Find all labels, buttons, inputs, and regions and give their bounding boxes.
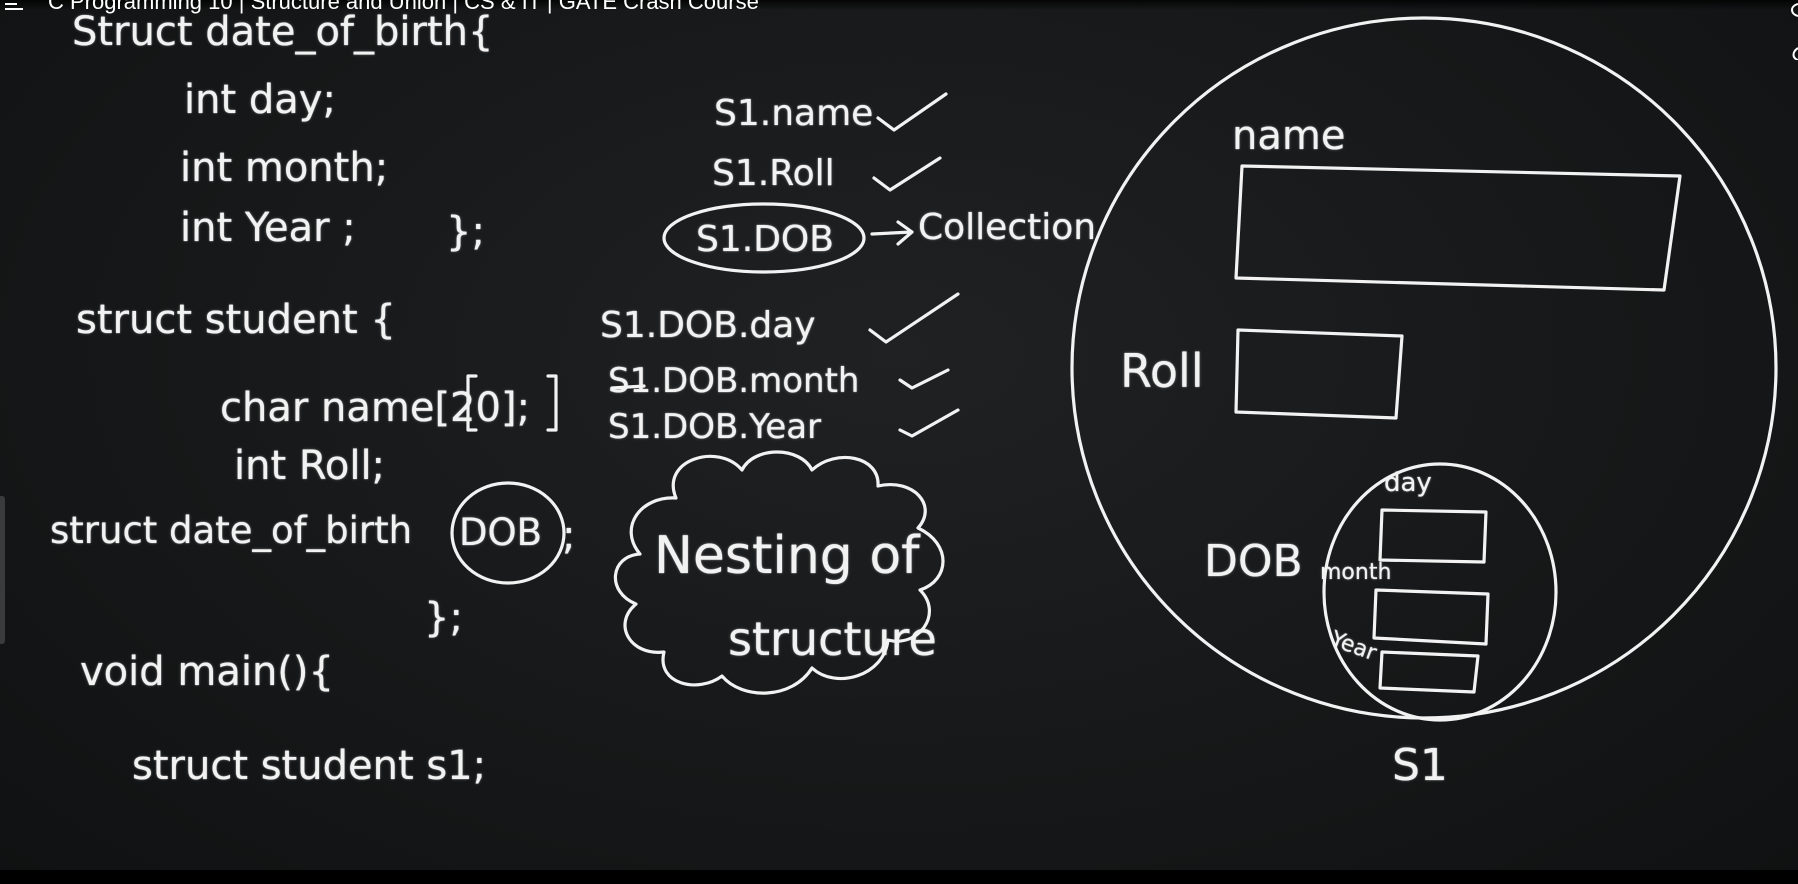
arrow-to-collection — [870, 220, 914, 246]
s1-dob-ellipse — [662, 202, 866, 274]
day-box — [1378, 508, 1488, 564]
name-box — [1234, 164, 1682, 292]
player-bottom-strip — [0, 870, 1798, 884]
nesting-cloud — [613, 450, 945, 695]
tick-mark — [868, 292, 960, 344]
month-box — [1372, 588, 1490, 646]
underline-s1 — [610, 384, 646, 390]
tick-mark — [876, 92, 948, 132]
tick-mark — [898, 368, 950, 390]
tick-mark — [898, 408, 960, 438]
chalk-drawings — [450, 16, 1778, 722]
s1-outer-circle — [1070, 16, 1778, 720]
right-edge-control — [1788, 0, 1798, 61]
dob-circle — [450, 481, 566, 585]
array-bracket — [466, 374, 558, 432]
tick-mark — [872, 156, 942, 192]
roll-box — [1234, 328, 1404, 420]
year-box — [1378, 650, 1480, 694]
